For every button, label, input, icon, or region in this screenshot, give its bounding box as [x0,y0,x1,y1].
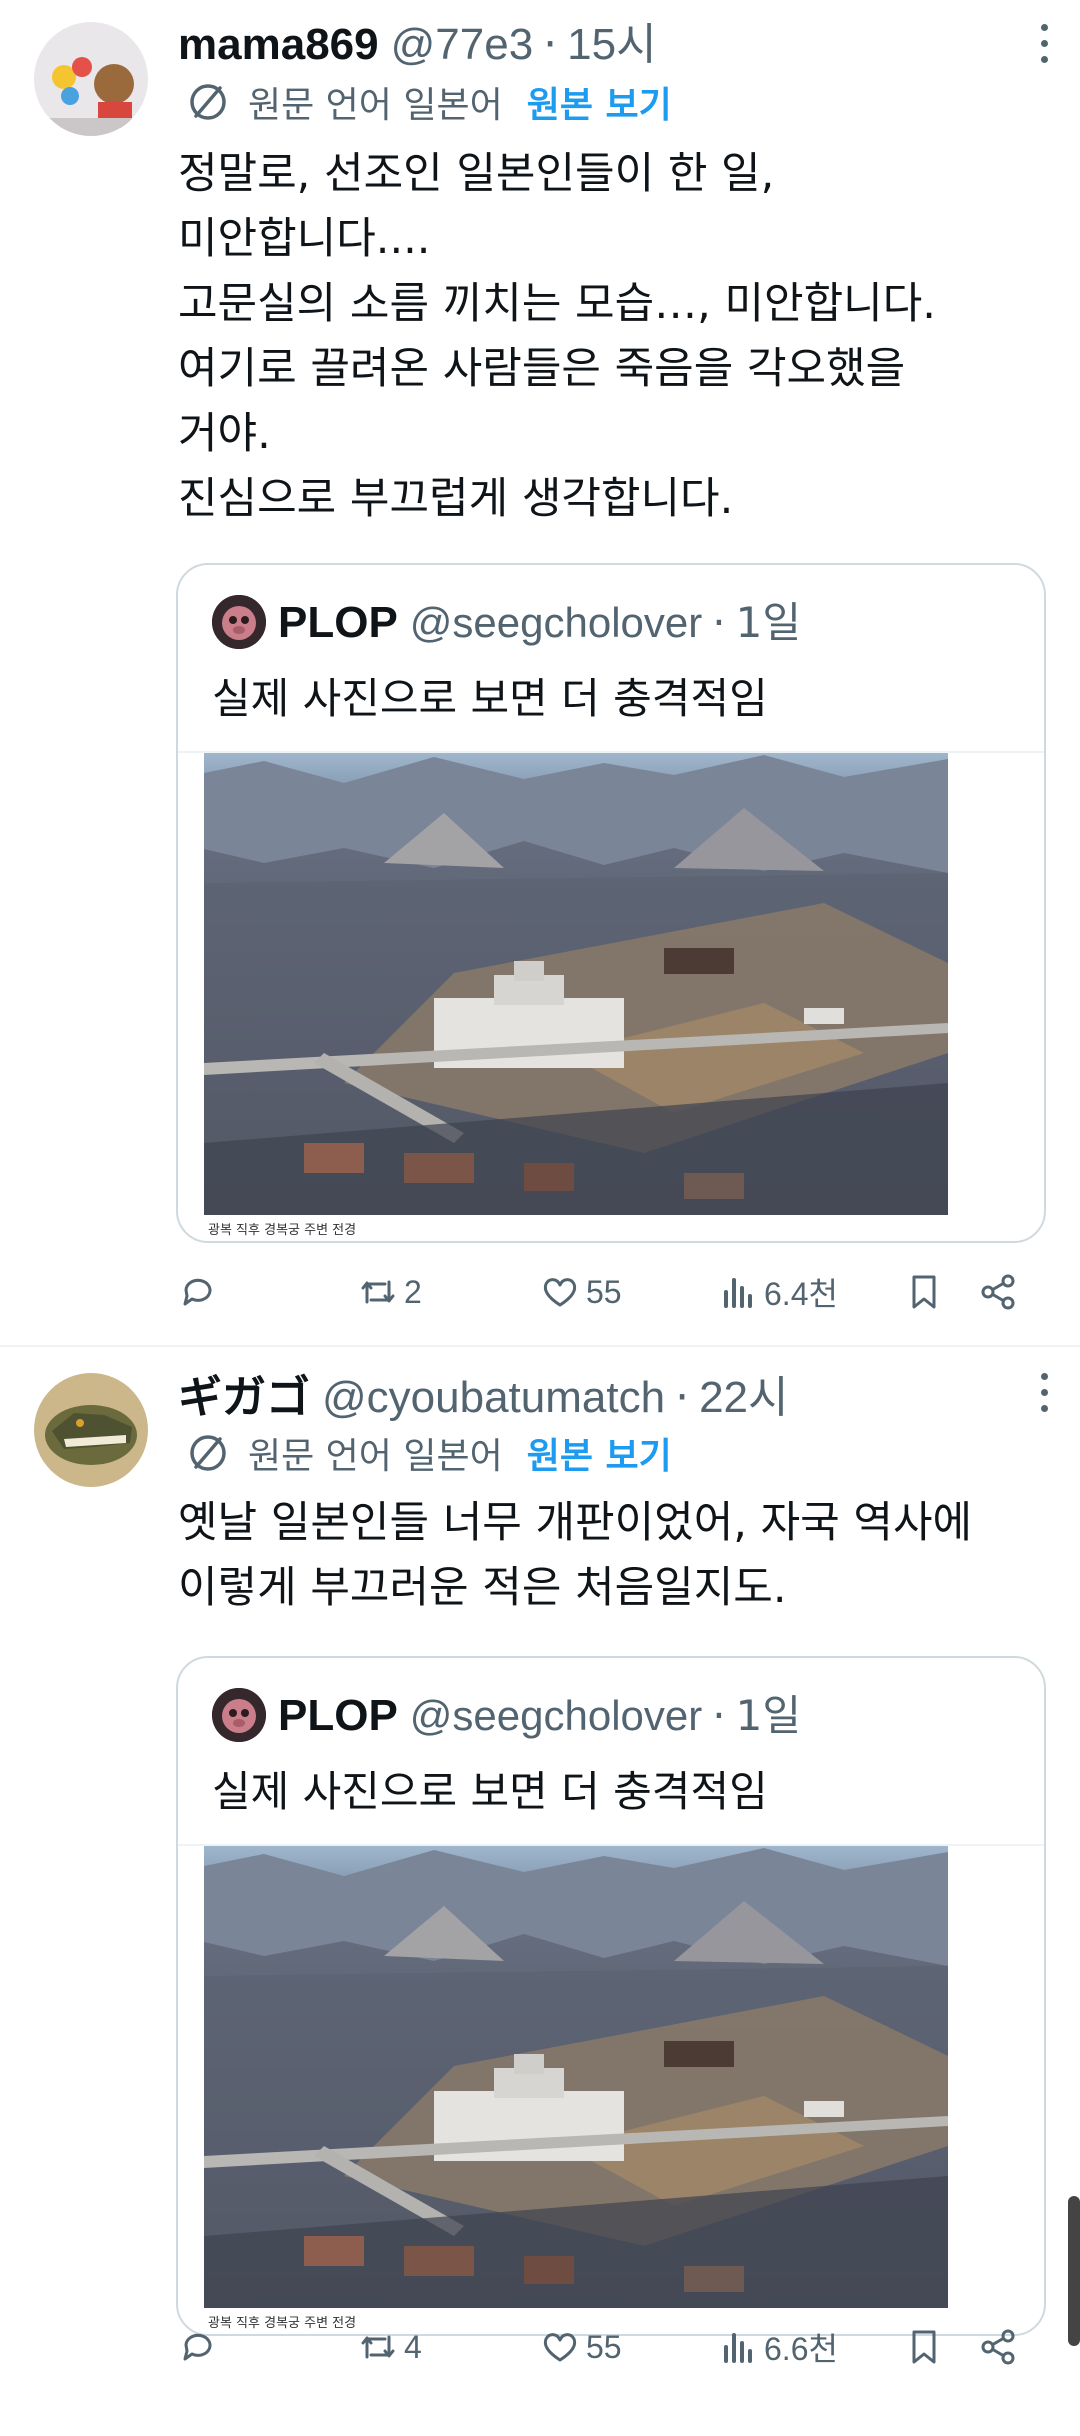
tweet-header: mama869 @77e3 · 15시 [178,8,657,70]
views-button[interactable]: 6.4천 [718,1262,838,1322]
reply-button[interactable] [178,1262,224,1322]
retweet-count: 2 [404,1273,422,1310]
quote-text: 실제 사진으로 보면 더 충격적임 [212,674,768,723]
views-icon [724,1278,752,1308]
show-original-link[interactable]: 원본 보기 [527,76,672,128]
like-icon [543,1278,577,1307]
bookmark-button[interactable] [904,1262,944,1322]
reply-icon [183,2333,212,2361]
tweet-text-line: 정말로, 선조인 일본인들이 한 일, [178,149,775,199]
scrollbar[interactable] [1068,2196,1080,2346]
tweet-text-line: 거야. [178,409,271,459]
views-icon [724,2333,752,2363]
translation-bar: 원문 언어 일본어 원본 보기 [186,76,672,128]
separator-dot: · [712,1691,726,1740]
author-handle[interactable]: @cyoubatumatch [322,1373,665,1423]
more-icon[interactable] [1034,24,1054,70]
original-language-label: 원문 언어 일본어 [248,85,503,126]
retweet-count: 4 [404,2328,422,2365]
share-button[interactable] [978,1262,1018,1322]
avatar[interactable] [34,22,148,136]
separator-dot: · [675,1372,690,1423]
share-button[interactable] [978,2317,1018,2377]
view-count: 6.4천 [764,1276,838,1312]
tweet-text-line: 이렇게 부끄러운 적은 처음일지도. [178,1563,787,1613]
quote-photo[interactable] [204,1846,948,2308]
translate-icon [190,84,226,120]
tweet-text-line: 여기로 끌려온 사람들은 죽음을 각오했을 [178,344,906,394]
share-icon [981,1274,1015,1310]
tweet-text: 정말로, 선조인 일본인들이 한 일, 미안합니다.... 고문실의 소름 끼치… [178,142,1038,532]
retweet-icon [361,1280,395,1304]
author-handle[interactable]: @77e3 [391,20,534,70]
tweet-text-line: 미안합니다.... [178,214,431,264]
quote-timestamp: 1일 [735,1691,801,1740]
tweet-header: ギガゴ @cyoubatumatch · 22시 [178,1361,788,1423]
quote-text: 실제 사진으로 보면 더 충격적임 [212,1767,768,1816]
tweet-text-line: 진심으로 부끄럽게 생각합니다. [178,474,734,524]
quote-avatar[interactable] [212,595,266,649]
quote-author-handle: @seegcholover [409,1692,703,1739]
tweet-text-line: 옛날 일본인들 너무 개판이었어, 자국 역사에 [178,1498,973,1548]
retweet-button[interactable]: 2 [358,1262,422,1322]
quote-timestamp: 1일 [735,598,801,647]
retweet-button[interactable]: 4 [358,2317,422,2377]
like-count: 55 [586,2328,622,2365]
translation-bar: 원문 언어 일본어 원본 보기 [186,1427,672,1479]
quote-author-name: PLOP [278,1691,398,1740]
author-name[interactable]: ギガゴ [178,1361,310,1425]
like-button[interactable]: 55 [540,1262,622,1322]
quote-author-name: PLOP [278,598,398,647]
bookmark-button[interactable] [904,2317,944,2377]
reply-button[interactable] [178,2317,224,2377]
action-bar: 2 55 6.4천 [178,1262,1038,1322]
view-count: 6.6천 [764,2331,838,2367]
translate-icon [190,1435,226,1471]
separator-dot: · [543,19,558,70]
avatar[interactable] [34,1373,148,1487]
show-original-link[interactable]: 원본 보기 [527,1427,672,1479]
timestamp[interactable]: 15시 [567,8,656,72]
quote-author-handle: @seegcholover [409,599,703,646]
quoted-tweet[interactable]: PLOP @seegcholover · 1일 실제 사진으로 보면 더 충격적… [176,563,1046,1243]
tweet-text: 옛날 일본인들 너무 개판이었어, 자국 역사에 이렇게 부끄러운 적은 처음일… [178,1491,1038,1621]
action-bar: 4 55 6.6천 [178,2317,1038,2377]
like-count: 55 [586,1273,622,1310]
views-button[interactable]: 6.6천 [718,2317,838,2377]
photo-caption: 광복 직후 경복궁 주변 전경 [208,1223,357,1238]
quote-header: PLOP @seegcholover · 1일 [278,589,801,650]
quote-photo[interactable] [204,753,948,1215]
bookmark-icon [912,1275,936,1309]
share-icon [981,2329,1015,2365]
like-icon [543,2333,577,2362]
quoted-tweet[interactable]: PLOP @seegcholover · 1일 실제 사진으로 보면 더 충격적… [176,1656,1046,2336]
timestamp[interactable]: 22시 [699,1361,788,1425]
tweet-text-line: 고문실의 소름 끼치는 모습…, 미안합니다. [178,279,936,329]
quote-header: PLOP @seegcholover · 1일 [278,1682,801,1743]
quote-avatar[interactable] [212,1688,266,1742]
more-icon[interactable] [1034,1373,1054,1419]
reply-icon [183,1278,212,1306]
bookmark-icon [912,2330,936,2364]
separator-dot: · [712,598,726,647]
tweet[interactable]: mama869 @77e3 · 15시 원문 언어 일본어 원본 보기 정말로,… [0,0,1080,1345]
like-button[interactable]: 55 [540,2317,622,2377]
author-name[interactable]: mama869 [178,20,379,70]
retweet-icon [361,2335,395,2359]
original-language-label: 원문 언어 일본어 [248,1436,503,1477]
tweet[interactable]: ギガゴ @cyoubatumatch · 22시 원문 언어 일본어 원본 보기… [0,1347,1080,2436]
